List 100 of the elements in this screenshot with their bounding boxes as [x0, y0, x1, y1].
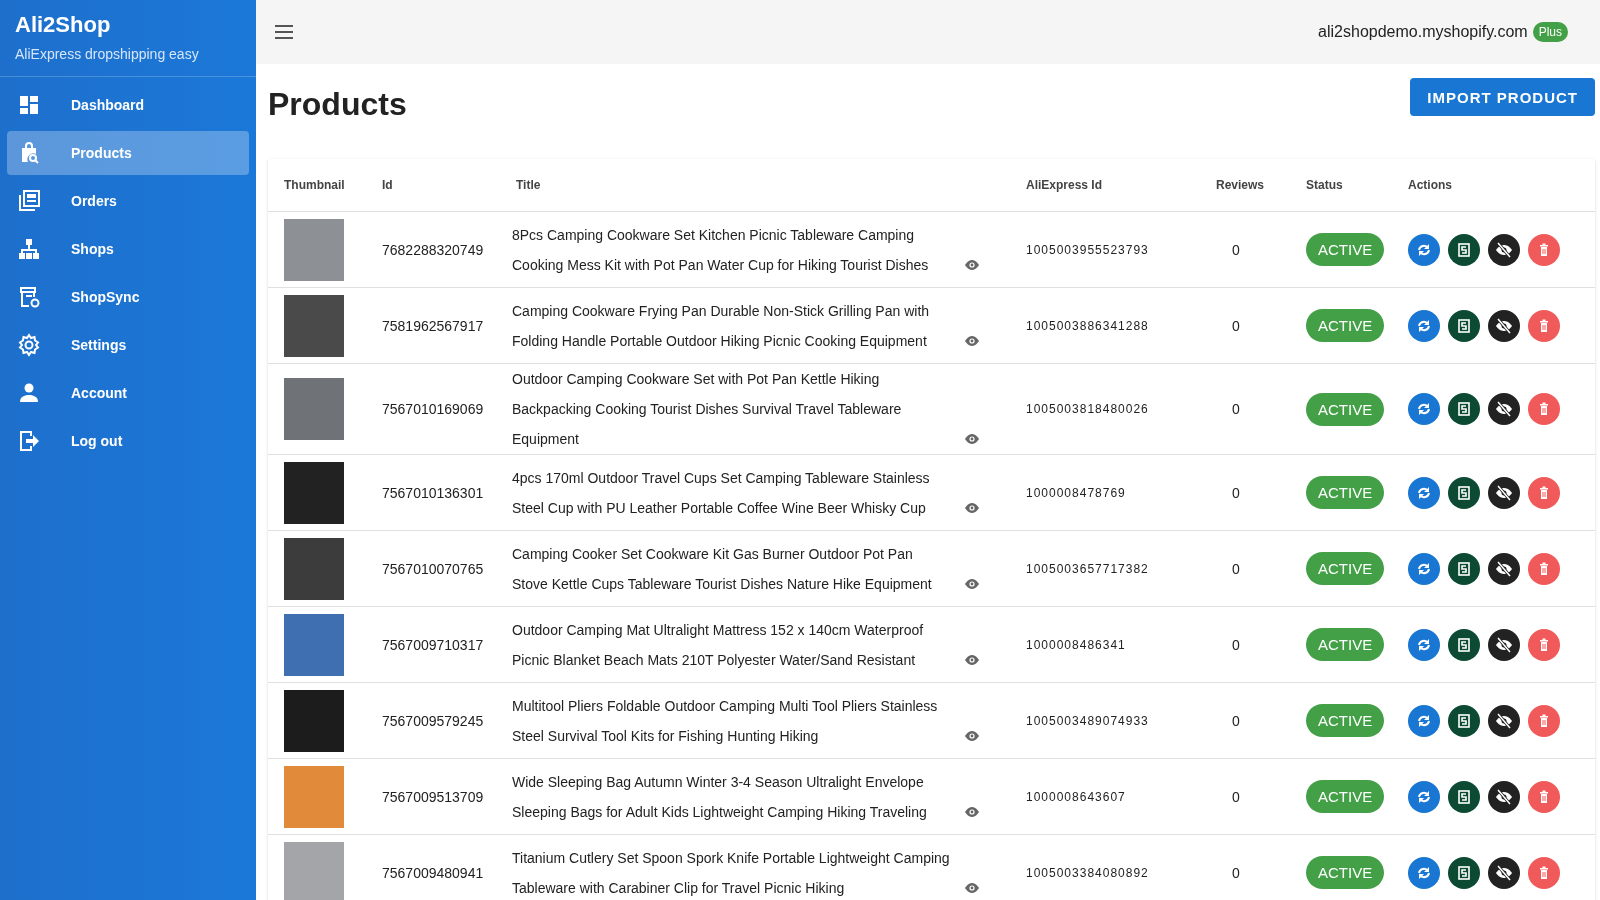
column-header: Id: [366, 159, 500, 212]
hide-button[interactable]: [1488, 233, 1520, 266]
square-s-icon: [1455, 316, 1473, 335]
delete-button[interactable]: [1528, 552, 1560, 585]
app-tagline: AliExpress dropshipping easy: [15, 46, 200, 62]
hide-button[interactable]: [1488, 628, 1520, 661]
hide-button[interactable]: [1488, 552, 1520, 585]
sidebar-item[interactable]: Dashboard: [7, 83, 249, 127]
sidebar-item[interactable]: Log out: [7, 419, 249, 463]
status-badge: ACTIVE: [1306, 780, 1385, 813]
app-title: Ali2Shop: [15, 12, 112, 38]
table-cell: 0: [1200, 454, 1290, 531]
sync-button[interactable]: [1408, 476, 1440, 509]
status-badge: ACTIVE: [1306, 628, 1385, 661]
user-icon: [17, 381, 41, 405]
delete-button[interactable]: [1528, 628, 1560, 661]
eye-off-icon: [1495, 635, 1513, 654]
hide-button[interactable]: [1488, 704, 1520, 737]
table-cell: 0: [1200, 682, 1290, 759]
column-header: AliExpress Id: [1014, 159, 1200, 212]
sync-button[interactable]: [1408, 856, 1440, 889]
delete-button[interactable]: [1528, 393, 1560, 425]
hide-button[interactable]: [1488, 856, 1520, 889]
delete-button[interactable]: [1528, 856, 1560, 889]
sidebar-item[interactable]: Account: [7, 371, 249, 415]
product-photo: [284, 537, 344, 600]
table-cell: 0: [1200, 758, 1290, 835]
table-cell: 0: [1200, 606, 1290, 683]
sync-button[interactable]: [1408, 628, 1440, 661]
eye-off-icon: [1495, 240, 1513, 259]
hide-button[interactable]: [1488, 393, 1520, 425]
table-cell: 7567009710317: [366, 606, 500, 683]
table-cell: 1005003489074933: [1014, 682, 1200, 759]
menu-icon[interactable]: [274, 25, 294, 39]
logout-icon: [17, 429, 41, 453]
eye-off-icon: [1495, 787, 1513, 806]
store-domain: ali2shopdemo.myshopify.com: [1318, 23, 1528, 41]
dashboard-icon: [17, 93, 41, 117]
sync-button[interactable]: [1408, 393, 1440, 425]
hide-button[interactable]: [1488, 476, 1520, 509]
sync-button[interactable]: [1408, 780, 1440, 813]
status-badge: ACTIVE: [1306, 233, 1385, 266]
delete-button[interactable]: [1528, 476, 1560, 509]
shopify-button[interactable]: [1448, 476, 1480, 509]
shopify-button[interactable]: [1448, 704, 1480, 737]
product-photo: [284, 378, 344, 440]
newspaper-icon: [17, 189, 41, 213]
status-badge: ACTIVE: [1306, 476, 1385, 509]
shopify-button[interactable]: [1448, 552, 1480, 585]
square-s-icon: [1455, 711, 1473, 730]
eye-icon[interactable]: [964, 431, 980, 447]
sync-button[interactable]: [1408, 704, 1440, 737]
shopify-button[interactable]: [1448, 628, 1480, 661]
sidebar-item[interactable]: ShopSync: [7, 275, 249, 319]
product-photo: [284, 218, 344, 281]
shopify-button[interactable]: [1448, 393, 1480, 425]
sitemap-icon: [17, 237, 41, 261]
sidebar-item[interactable]: Shops: [7, 227, 249, 271]
table-cell: 1005003955523793: [1014, 211, 1200, 288]
delete-button[interactable]: [1528, 704, 1560, 737]
hide-button[interactable]: [1488, 309, 1520, 342]
delete-button[interactable]: [1528, 233, 1560, 266]
product-title: Outdoor Camping Mat Ultralight Mattress 152 x 140cm Waterproof Picnic Blanket Beach Mats 210T Polyester Water/Sand Resistant: [512, 620, 925, 670]
eye-off-icon: [1495, 559, 1513, 578]
table-cell: 7567010136301: [366, 454, 500, 531]
table-cell: 7567010169069: [366, 363, 500, 455]
square-s-icon: [1455, 863, 1473, 882]
sync-button[interactable]: [1408, 552, 1440, 585]
table-cell: 0: [1200, 530, 1290, 607]
table-cell: 7682288320749: [366, 211, 500, 288]
sync-button[interactable]: [1408, 233, 1440, 266]
table-cell: 7567010070765: [366, 530, 500, 607]
product-photo: [284, 294, 344, 357]
settings-icon: [17, 333, 41, 357]
column-header: Title: [500, 159, 1014, 212]
delete-button[interactable]: [1528, 309, 1560, 342]
import-product-button[interactable]: IMPORT PRODUCT: [1410, 78, 1595, 116]
shopify-button[interactable]: [1448, 780, 1480, 813]
product-title: Camping Cookware Frying Pan Durable Non-Stick Grilling Pan with Folding Handle Portable Outdoor Hiking Picnic Cooking Equipment: [512, 301, 931, 351]
square-s-icon: [1455, 559, 1473, 578]
status-badge: ACTIVE: [1306, 856, 1385, 889]
sidebar-item[interactable]: Settings: [7, 323, 249, 367]
product-title: Wide Sleeping Bag Autumn Winter 3-4 Season Ultralight Envelope Sleeping Bags for Adult Kids Lightweight Camping Hiking Traveling: [512, 772, 928, 822]
column-header: Actions: [1392, 159, 1595, 212]
hide-button[interactable]: [1488, 780, 1520, 813]
shopify-button[interactable]: [1448, 856, 1480, 889]
square-s-icon: [1455, 483, 1473, 502]
product-photo: [284, 613, 344, 676]
table-cell: 1005003818480026: [1014, 363, 1200, 455]
sidebar-item[interactable]: Products: [7, 131, 249, 175]
plan-badge: Plus: [1532, 22, 1568, 42]
shopify-button[interactable]: [1448, 309, 1480, 342]
shopify-button[interactable]: [1448, 233, 1480, 266]
delete-button[interactable]: [1528, 780, 1560, 813]
table-cell: 7567009480941: [366, 834, 500, 900]
sidebar-item[interactable]: Orders: [7, 179, 249, 223]
product-title: Outdoor Camping Cookware Set with Pot Pan Kettle Hiking Backpacking Cooking Tourist Dishes Survival Travel Tableware Equipment: [512, 370, 903, 449]
table-cell: 7567009579245: [366, 682, 500, 759]
sync-button[interactable]: [1408, 309, 1440, 342]
eye-off-icon: [1495, 863, 1513, 882]
